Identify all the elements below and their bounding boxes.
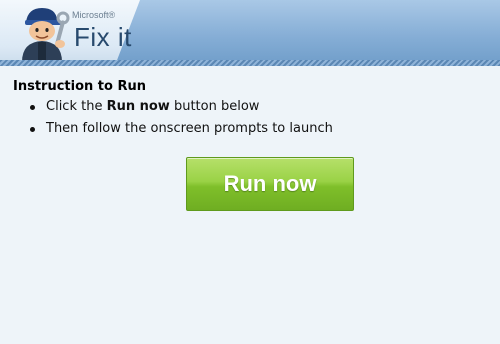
header-stripe [0, 60, 500, 66]
step-text: button below [169, 99, 260, 114]
step-text: Then follow the onscreen prompts to laun… [46, 121, 333, 136]
mechanic-mascot-icon [22, 8, 70, 62]
step-bold-text: Run now [106, 99, 170, 114]
microsoft-label: Microsoft® [72, 10, 116, 20]
instructions-title: Instruction to Run [13, 79, 146, 94]
step-text: Click the [46, 99, 107, 114]
instruction-list: Click the Run now button below Then foll… [13, 99, 493, 137]
fixit-logo-text: Fix it [74, 22, 132, 52]
list-item: Then follow the onscreen prompts to laun… [30, 121, 493, 137]
run-now-button[interactable]: Run now [186, 157, 354, 211]
list-item: Click the Run now button below [30, 99, 493, 115]
instructions-section: Instruction to Run Click the Run now but… [13, 79, 493, 143]
header-banner: Microsoft® Fix it [0, 0, 500, 66]
